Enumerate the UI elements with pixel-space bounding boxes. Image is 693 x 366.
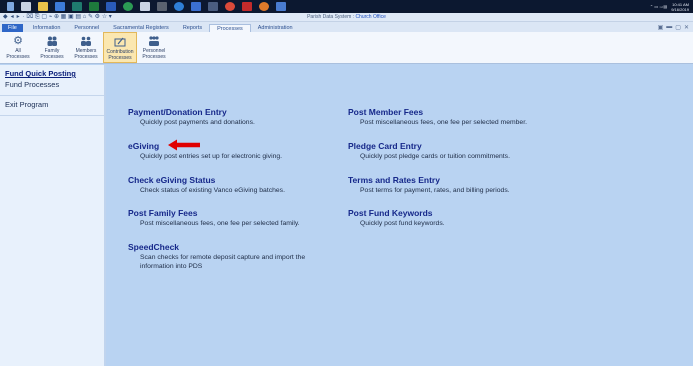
task-view-icon[interactable]	[21, 2, 31, 11]
app-icon[interactable]	[140, 2, 150, 11]
quick-access-toolbar: ◆ ◂ ▸ · ⌧ ⎘ ▢ ⌁ ⊕ ▦ ▣ ▤ ⌂ ✎ ⚙ ☆ ▾	[0, 13, 693, 22]
tab-administration[interactable]: Administration	[251, 24, 300, 32]
egiving-link[interactable]: eGiving	[128, 141, 282, 151]
process-post-family-fees: Post Family Fees Post miscellaneous fees…	[128, 208, 300, 228]
post-family-fees-desc: Post miscellaneous fees, one fee per sel…	[140, 220, 300, 227]
browser-icon[interactable]	[123, 2, 133, 11]
tab-sacramental-registers[interactable]: Sacramental Registers	[106, 24, 176, 32]
members-icon	[80, 35, 92, 47]
payment-entry-desc: Quickly post payments and donations.	[140, 119, 255, 126]
fund-keywords-link[interactable]: Post Fund Keywords	[348, 208, 445, 218]
ribbon-label: Family Processes	[40, 48, 64, 60]
menu-tabs: File Information Personnel Sacramental R…	[0, 22, 693, 32]
pledge-card-desc: Quickly post pledge cards or tuition com…	[360, 153, 510, 160]
word-icon[interactable]	[106, 2, 116, 11]
ribbon-label: Personnel Processes	[142, 48, 166, 60]
personnel-icon	[148, 35, 160, 47]
edge-icon[interactable]	[174, 2, 184, 11]
tab-processes[interactable]: Processes	[209, 24, 251, 32]
egiving-desc: Quickly post entries set up for electron…	[140, 153, 283, 160]
pledge-card-link[interactable]: Pledge Card Entry	[348, 141, 510, 151]
process-terms-rates: Terms and Rates Entry Post terms for pay…	[348, 175, 510, 195]
pdf-icon[interactable]	[242, 2, 252, 11]
process-check-egiving: Check eGiving Status Check status of exi…	[128, 175, 285, 195]
app-menu-icon[interactable]: ◆	[3, 13, 8, 22]
speedcheck-desc: Scan checks for remote deposit capture a…	[140, 254, 306, 270]
close-icon[interactable]: ✕	[684, 24, 689, 31]
minimize-icon[interactable]: ▬	[666, 24, 672, 30]
contribution-icon	[114, 36, 126, 48]
clock-date: 9/16/2019	[671, 6, 689, 12]
members-processes-button[interactable]: Members Processes	[69, 32, 103, 63]
clock[interactable]: 10:41 AM 9/16/2019	[671, 2, 689, 12]
sidebar: Fund Quick Posting Fund Processes Exit P…	[0, 65, 106, 366]
red-arrow-icon	[168, 139, 200, 151]
tab-file[interactable]: File	[2, 24, 23, 32]
check-egiving-desc: Check status of existing Vanco eGiving b…	[140, 187, 285, 194]
family-processes-button[interactable]: Family Processes	[35, 32, 69, 63]
family-icon	[46, 35, 58, 47]
process-post-member-fees: Post Member Fees Post miscellaneous fees…	[348, 107, 527, 127]
maximize-icon[interactable]: ▢	[675, 24, 681, 31]
publisher-icon[interactable]	[72, 2, 82, 11]
file-explorer-icon[interactable]	[38, 2, 48, 11]
personnel-processes-button[interactable]: Personnel Processes	[137, 32, 171, 63]
ribbon-label: Members Processes	[74, 48, 98, 60]
sidebar-item-fund-quick-posting[interactable]: Fund Quick Posting	[5, 68, 99, 79]
processes-panel: Payment/Donation Entry Quickly post paym…	[108, 65, 693, 366]
process-fund-keywords: Post Fund Keywords Quickly post fund key…	[348, 208, 445, 228]
post-member-fees-link[interactable]: Post Member Fees	[348, 107, 527, 117]
mail-icon[interactable]	[191, 2, 201, 11]
notes-icon[interactable]	[208, 2, 218, 11]
fund-keywords-desc: Quickly post fund keywords.	[360, 220, 445, 227]
windows-start-icon[interactable]	[7, 2, 14, 11]
process-egiving: eGiving Quickly post entries set up for …	[128, 141, 282, 161]
sidebar-item-fund-processes[interactable]: Fund Processes	[5, 79, 99, 90]
tab-personnel[interactable]: Personnel	[67, 24, 106, 32]
tab-information[interactable]: Information	[26, 24, 68, 32]
back-icon[interactable]: ◂	[11, 13, 14, 22]
firefox-icon[interactable]	[259, 2, 269, 11]
contribution-processes-button[interactable]: Contribution Processes	[103, 32, 137, 63]
terms-rates-link[interactable]: Terms and Rates Entry	[348, 175, 510, 185]
toolbar-icons[interactable]: · ⌧ ⎘ ▢ ⌁ ⊕ ▦ ▣ ▤ ⌂ ✎ ⚙ ☆ ▾	[23, 13, 112, 22]
process-pledge-card: Pledge Card Entry Quickly post pledge ca…	[348, 141, 510, 161]
forward-icon[interactable]: ▸	[17, 13, 20, 22]
system-tray: ⌃ ▭ ◅ ▤ 10:41 AM 9/16/2019	[650, 0, 689, 13]
tray-icons[interactable]: ⌃ ▭ ◅ ▤	[650, 4, 667, 9]
payment-entry-link[interactable]: Payment/Donation Entry	[128, 107, 255, 117]
all-processes-button[interactable]: ⚙ All Processes	[1, 32, 35, 63]
gear-icon: ⚙	[13, 35, 23, 47]
check-egiving-link[interactable]: Check eGiving Status	[128, 175, 285, 185]
sidebar-group-exit: Exit Program	[0, 96, 104, 116]
pds-icon[interactable]	[276, 2, 286, 11]
terms-rates-desc: Post terms for payment, rates, and billi…	[360, 187, 510, 194]
calculator-icon[interactable]	[157, 2, 167, 11]
excel-icon[interactable]	[89, 2, 99, 11]
taskbar: ⌃ ▭ ◅ ▤ 10:41 AM 9/16/2019	[0, 0, 693, 13]
sidebar-group-fund: Fund Quick Posting Fund Processes	[0, 65, 104, 96]
tab-reports[interactable]: Reports	[176, 24, 209, 32]
process-payment-entry: Payment/Donation Entry Quickly post paym…	[128, 107, 255, 127]
post-member-fees-desc: Post miscellaneous fees, one fee per sel…	[360, 119, 527, 126]
sidebar-item-exit-program[interactable]: Exit Program	[5, 99, 99, 110]
post-family-fees-link[interactable]: Post Family Fees	[128, 208, 300, 218]
process-speedcheck: SpeedCheck Scan checks for remote deposi…	[128, 242, 330, 271]
ribbon-label: Contribution Processes	[106, 49, 134, 61]
chrome-icon[interactable]	[225, 2, 235, 11]
restore-icon[interactable]: ▣	[658, 24, 664, 31]
speedcheck-link[interactable]: SpeedCheck	[128, 242, 330, 252]
ribbon-label: All Processes	[6, 48, 30, 60]
window-controls: ▣ ▬ ▢ ✕	[658, 22, 689, 32]
store-icon[interactable]	[55, 2, 65, 11]
ribbon: ⚙ All Processes Family Processes Members Pr…	[0, 32, 693, 64]
